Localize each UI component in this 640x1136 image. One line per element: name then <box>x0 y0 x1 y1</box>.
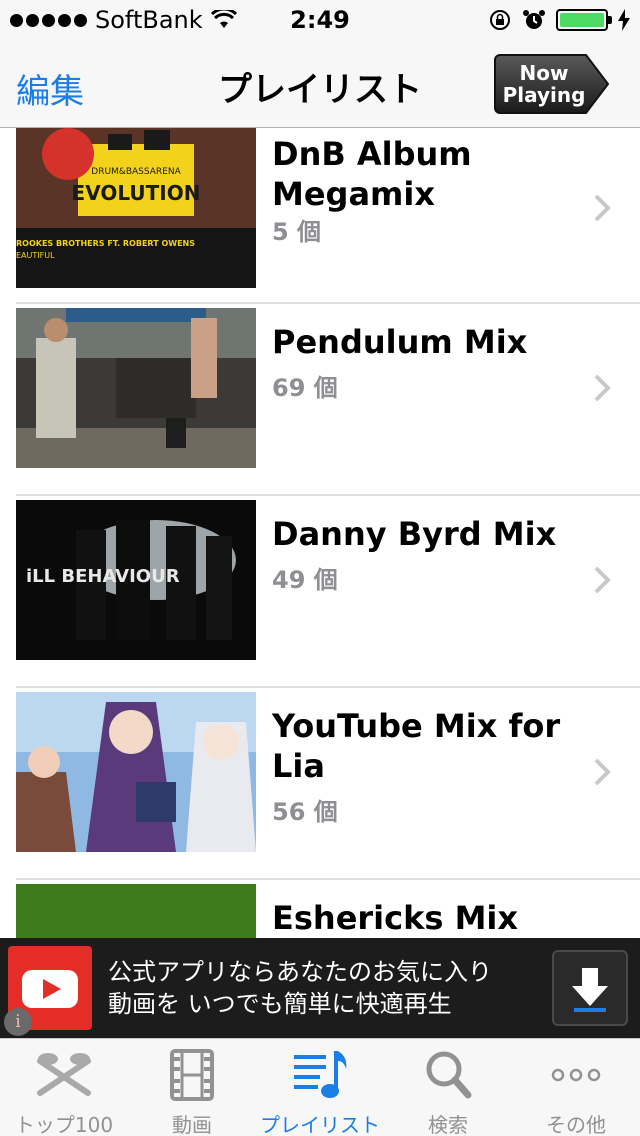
film-icon <box>170 1049 214 1101</box>
playlist-thumbnail: DRUM&BASSARENA EVOLUTION ROOKES BROTHERS… <box>16 128 256 288</box>
playlist-row[interactable]: DRUM&BASSARENA EVOLUTION ROOKES BROTHERS… <box>0 128 640 304</box>
navigation-bar: 編集 プレイリスト Now Playing <box>0 40 640 128</box>
search-icon <box>426 1051 472 1099</box>
tab-label: プレイリスト <box>260 1113 380 1136</box>
playlist-row[interactable]: Pendulum Mix 69 個 <box>0 304 640 496</box>
playlist-thumbnail <box>16 692 256 852</box>
evolution-title-text: EVOLUTION <box>72 181 201 205</box>
ad-text-line1: 公式アプリならあなたのお気に入り <box>108 958 492 986</box>
ad-banner[interactable]: i 公式アプリならあなたのお気に入り 動画を いつでも簡単に快適再生 <box>0 938 640 1038</box>
signal-strength-icon <box>10 13 87 27</box>
edit-button[interactable]: 編集 <box>16 64 84 113</box>
playlist-row[interactable]: YouTube Mix for Lia 56 個 <box>0 688 640 880</box>
screen: SoftBank 2:49 編集 プレイリスト Now Playing DRUM… <box>0 0 640 1136</box>
playlist-title: YouTube Mix for Lia <box>272 707 561 785</box>
tab-label: その他 <box>546 1113 606 1136</box>
tab-bar: トップ100 動画 プレイリスト 検索 その他 <box>0 1038 640 1136</box>
tab-more[interactable]: その他 <box>512 1039 640 1136</box>
rotation-lock-icon <box>490 10 510 30</box>
tab-playlists[interactable]: プレイリスト <box>256 1039 384 1136</box>
tab-top100[interactable]: トップ100 <box>0 1039 128 1136</box>
now-playing-line1: Now <box>519 61 569 85</box>
playlist-icon <box>294 1051 347 1098</box>
playlist-list[interactable]: DRUM&BASSARENA EVOLUTION ROOKES BROTHERS… <box>0 128 640 938</box>
ad-info-icon[interactable]: i <box>4 1008 32 1036</box>
ad-text-line2: 動画を いつでも簡単に快適再生 <box>108 990 452 1018</box>
charging-bolt-icon <box>618 9 630 31</box>
playlist-title: Eshericks Mix <box>272 899 519 937</box>
chevron-right-icon <box>594 566 611 594</box>
playlist-title: Pendulum Mix <box>272 323 528 361</box>
playlist-count: 49 個 <box>272 566 338 594</box>
tab-videos[interactable]: 動画 <box>128 1039 256 1136</box>
chevron-right-icon <box>594 374 611 402</box>
tab-search[interactable]: 検索 <box>384 1039 512 1136</box>
now-playing-button[interactable]: Now Playing <box>494 54 610 114</box>
playlist-count: 69 個 <box>272 374 338 402</box>
now-playing-line2: Playing <box>502 83 586 107</box>
wifi-icon <box>210 10 237 28</box>
status-bar: SoftBank 2:49 <box>0 0 640 40</box>
evolution-sub-text: EAUTIFUL <box>16 251 55 260</box>
alarm-icon <box>523 10 545 29</box>
playlist-row[interactable]: iLL BEHAVIOUR Danny Byrd Mix 49 個 <box>0 496 640 688</box>
playlist-thumbnail <box>16 884 256 938</box>
playlist-title: Danny Byrd Mix <box>272 515 557 553</box>
playlist-count: 56 個 <box>272 798 338 826</box>
tab-label: 検索 <box>428 1113 468 1136</box>
download-arrow-icon <box>572 968 608 1012</box>
more-icon <box>551 1068 601 1082</box>
playlist-thumbnail: iLL BEHAVIOUR <box>16 500 256 660</box>
evolution-artist-text: ROOKES BROTHERS FT. ROBERT OWENS <box>16 239 195 248</box>
download-button[interactable] <box>552 950 628 1026</box>
carrier-name: SoftBank <box>95 6 203 34</box>
playlist-title: DnB Album Megamix <box>272 135 472 213</box>
chevron-right-icon <box>594 758 611 786</box>
ad-text: 公式アプリならあなたのお気に入り 動画を いつでも簡単に快適再生 <box>108 956 548 1020</box>
playlist-row[interactable]: Eshericks Mix <box>0 880 640 938</box>
battery-icon <box>556 9 612 31</box>
playlist-thumbnail <box>16 308 256 468</box>
chevron-right-icon <box>594 194 611 222</box>
tab-label: トップ100 <box>14 1113 114 1136</box>
evolution-brand-text: DRUM&BASSARENA <box>91 167 181 177</box>
playlist-count: 5 個 <box>272 218 322 246</box>
ill-behaviour-text: iLL BEHAVIOUR <box>26 566 180 587</box>
top100-icon <box>37 1053 91 1096</box>
tab-label: 動画 <box>172 1113 212 1136</box>
